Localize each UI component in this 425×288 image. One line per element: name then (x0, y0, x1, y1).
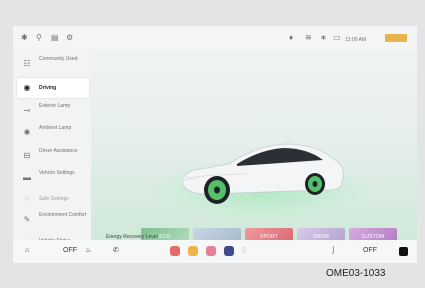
sidebar-item-label: Ambient Lamp (39, 125, 72, 131)
car-icon: ▬ (23, 173, 31, 182)
driving-mode-panel: ECO SPORT SNOW CUSTOM (91, 50, 417, 246)
bluetooth-icon[interactable]: ✱ (21, 33, 28, 43)
sidebar: ☷ Community Used ◉ Driving ⊸ Exterior La… (13, 50, 91, 247)
wifi-icon: ≋ (305, 33, 312, 42)
infotainment-screen: ✱ ⚲ ▤ ⚙ ♦ ≋ ∗ ▭ 12:00 AM ☷ Community Use… (13, 26, 417, 263)
app-icon-1[interactable] (170, 246, 180, 256)
top-status-bar: ✱ ⚲ ▤ ⚙ ♦ ≋ ∗ ▭ 12:00 AM (13, 26, 417, 50)
sidebar-item-label: Driving (39, 85, 57, 91)
sidebar-item-driver-assistance[interactable]: ⊟ Driver Assistance (17, 146, 89, 166)
sidebar-item-label: Environment Comfort (39, 212, 87, 218)
fan-icon[interactable]: ⌡ (331, 246, 335, 256)
vehicle-image (180, 143, 344, 204)
headlight-icon: ⊸ (23, 106, 31, 115)
shield-icon: ◌ (24, 194, 30, 203)
call-icon[interactable]: ✆ (113, 246, 119, 256)
sidebar-item-vehicle-status[interactable]: ⊖ Vehicle Status (17, 232, 89, 247)
mic-icon[interactable]: ♦ (289, 33, 293, 43)
clock: 12:00 AM (345, 37, 367, 43)
bluetooth-status-icon: ∗ (320, 33, 327, 42)
right-temp-value[interactable]: OFF (363, 246, 377, 256)
sidebar-item-community-used[interactable]: ☷ Community Used (17, 54, 89, 74)
brand-logo (385, 34, 407, 42)
sidebar-item-driving[interactable]: ◉ Driving (17, 78, 89, 98)
app-icon-4[interactable] (224, 246, 234, 256)
sidebar-item-exterior-lamp[interactable]: ⊸ Exterior Lamp (17, 101, 89, 121)
phone-icon[interactable]: ⚲ (36, 33, 42, 43)
signal-icon: ▭ (333, 33, 341, 42)
settings-icon[interactable]: ⚙ (66, 33, 73, 43)
sidebar-item-vehicle-settings[interactable]: ▬ Vehicle Settings (17, 168, 89, 188)
driver-assist-icon: ⊟ (23, 151, 31, 160)
leaf-icon: ✎ (23, 215, 31, 224)
screen-off-button[interactable] (399, 247, 408, 256)
app-icon-5[interactable]: ▯ (242, 246, 246, 256)
bottom-dock: ⌂ OFF ♨ ✆ ▯ ⌡ OFF (13, 240, 417, 263)
home-icon[interactable]: ⌂ (25, 246, 29, 256)
ambient-light-icon: ✺ (23, 128, 31, 137)
steering-wheel-icon: ◉ (23, 83, 31, 92)
media-icon[interactable]: ▤ (51, 33, 59, 43)
seat-heat-icon[interactable]: ♨ (85, 246, 91, 256)
apps-icon: ☷ (23, 59, 31, 68)
sidebar-item-ambient-lamp[interactable]: ✺ Ambient Lamp (17, 123, 89, 143)
sidebar-item-label: Vehicle Settings (39, 170, 75, 176)
figure-code: OME03-1033 (326, 268, 386, 279)
left-temp-value[interactable]: OFF (63, 246, 77, 256)
app-icon-2[interactable] (188, 246, 198, 256)
app-icon-3[interactable] (206, 246, 216, 256)
sidebar-item-label: Exterior Lamp (39, 103, 71, 109)
sidebar-item-label: Safe Settings (39, 196, 69, 202)
sidebar-item-environment-comfort[interactable]: ✎ Environment Comfort (17, 210, 89, 230)
sidebar-item-label: Community Used (39, 56, 78, 62)
sidebar-item-label: Driver Assistance (39, 148, 78, 154)
sidebar-item-safe-settings[interactable]: ◌ Safe Settings (17, 189, 89, 209)
